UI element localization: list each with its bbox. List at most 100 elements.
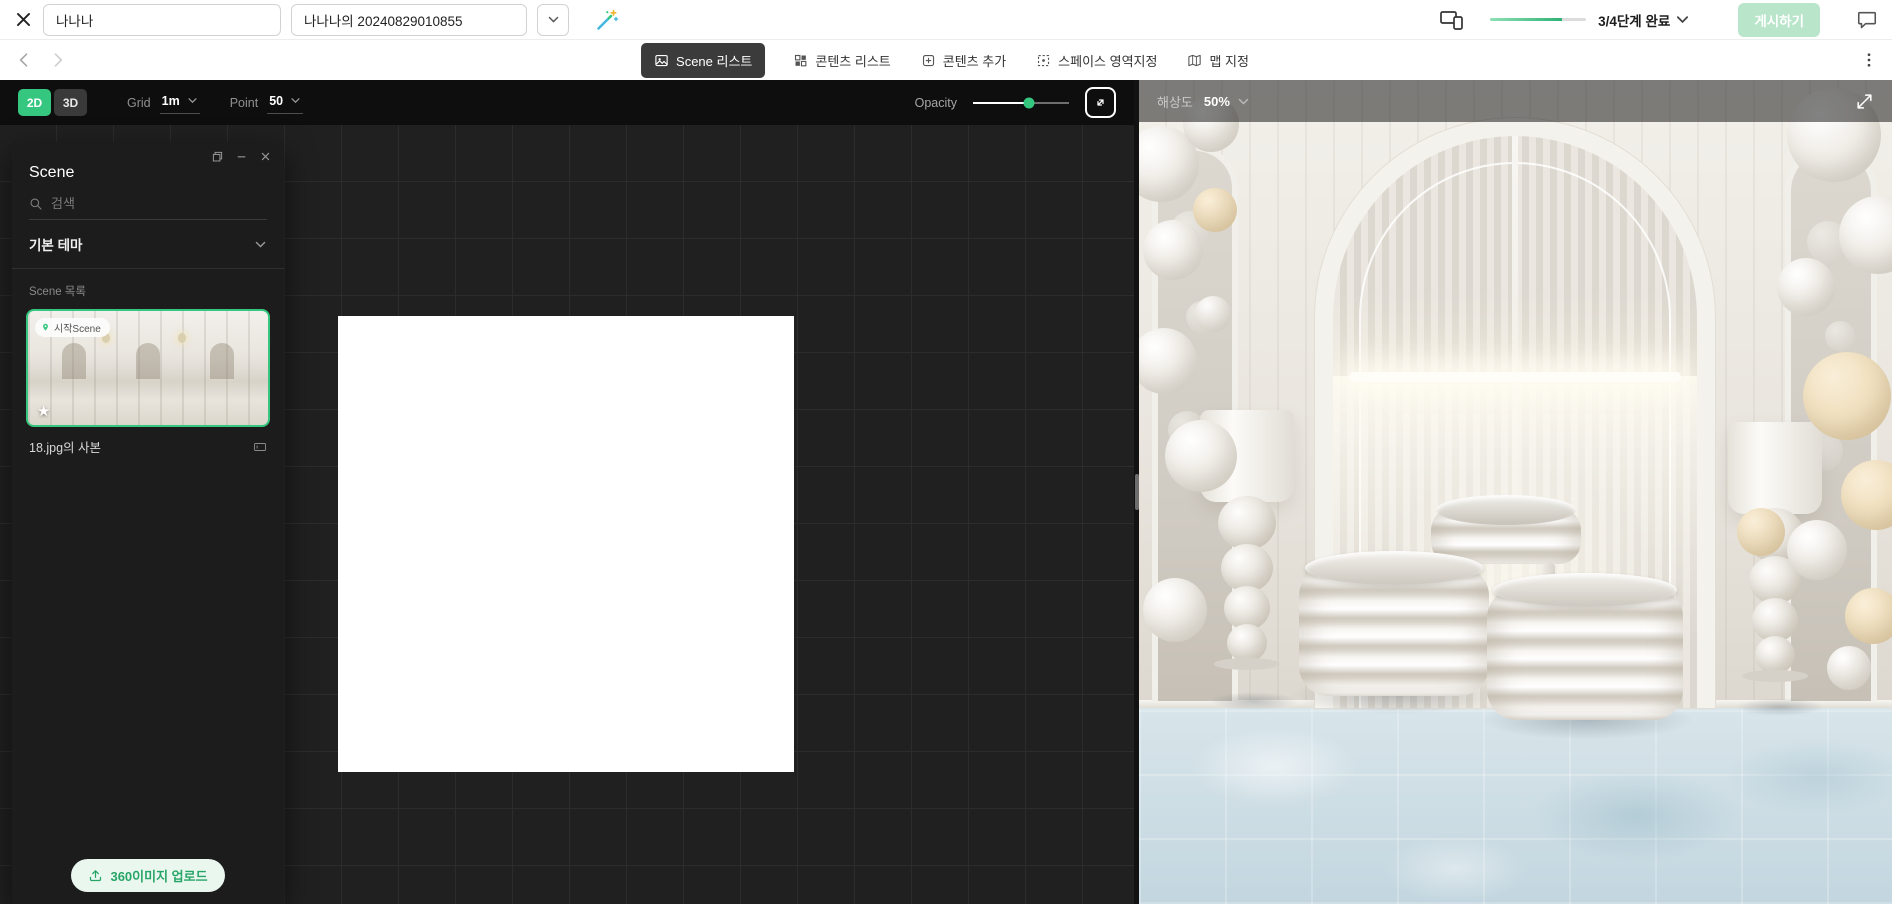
preview-toolbar: 해상도 50% — [1139, 80, 1892, 122]
progress-dropdown[interactable] — [1675, 12, 1690, 27]
grid-size-dropdown[interactable]: 1m — [160, 92, 200, 114]
magic-wand-button[interactable] — [595, 8, 619, 32]
map-icon — [1187, 53, 1202, 68]
room-pouf-right — [1487, 588, 1683, 720]
table-top-surface — [1436, 495, 1576, 525]
upload-360-image-button[interactable]: 360이미지 업로드 — [71, 859, 224, 892]
panel-minimize-button[interactable] — [236, 151, 247, 162]
undo-back-button[interactable] — [14, 50, 34, 70]
upload-360-label: 360이미지 업로드 — [110, 866, 207, 885]
balloon — [1195, 296, 1231, 332]
balloon — [1193, 188, 1237, 232]
lamp-ball — [1755, 636, 1795, 674]
balloon — [1803, 352, 1891, 440]
space-dropdown-button[interactable] — [537, 4, 569, 36]
point-size-value: 50 — [269, 94, 283, 108]
device-preview-icon[interactable] — [1439, 8, 1464, 32]
grid-size-value: 1m — [162, 94, 180, 108]
theme-dropdown[interactable]: 기본 테마 — [12, 220, 284, 269]
rename-scene-button[interactable] — [253, 440, 267, 454]
lamp-shadow — [1209, 692, 1299, 710]
publish-progress-bar — [1490, 18, 1586, 21]
canvas-toolbar: 2D 3D Grid 1m Point 50 Opacity — [0, 80, 1134, 125]
resolution-dropdown[interactable] — [1237, 95, 1250, 108]
mode-2d-button[interactable]: 2D — [18, 89, 51, 116]
close-icon — [260, 151, 271, 162]
area-select-icon — [1036, 53, 1051, 68]
add-content-icon — [921, 53, 936, 68]
scene-name: 18.jpg의 사본 — [29, 437, 101, 456]
magic-wand-icon — [595, 8, 619, 32]
close-editor-button[interactable] — [14, 10, 33, 29]
mirror-reflection — [1825, 321, 1855, 351]
lamp-shade — [1728, 422, 1822, 514]
balloon — [1827, 646, 1871, 690]
preview-fullscreen-button[interactable] — [1855, 92, 1874, 111]
chevron-down-icon — [1675, 12, 1690, 27]
publish-button[interactable]: 게시하기 — [1738, 3, 1820, 37]
panel-popout-button[interactable] — [212, 151, 223, 162]
opacity-label: Opacity — [915, 96, 957, 110]
tab-label: 맵 지정 — [1209, 51, 1249, 70]
scene-search — [29, 196, 267, 220]
minimize-icon — [236, 151, 247, 162]
balloon — [1845, 588, 1892, 644]
favorite-star-icon[interactable]: ★ — [37, 402, 50, 420]
mode-3d-button[interactable]: 3D — [54, 89, 87, 116]
panel-close-button[interactable] — [260, 151, 271, 162]
lamp-base — [1742, 670, 1808, 682]
image-icon — [654, 53, 669, 68]
tab-label: Scene 리스트 — [676, 51, 752, 70]
arrow-left-icon — [14, 50, 34, 70]
arch-light-bar — [1349, 372, 1681, 382]
pin-icon — [41, 323, 50, 332]
room-floor — [1139, 708, 1892, 904]
floorplan-area[interactable] — [338, 316, 794, 772]
balloon — [1165, 420, 1237, 492]
help-chat-button[interactable] — [1856, 9, 1878, 31]
grid-label: Grid — [127, 96, 151, 110]
pano-arch-shape — [136, 343, 160, 379]
chevron-down-icon — [547, 13, 560, 26]
space-name-input[interactable] — [291, 4, 527, 36]
expand-diagonal-icon — [1093, 95, 1108, 110]
progress-step-label: 3/4단계 완료 — [1598, 10, 1670, 30]
scene-panel-titlebar — [12, 142, 284, 162]
tab-scene-list[interactable]: Scene 리스트 — [641, 43, 765, 78]
tab-content-list[interactable]: 콘텐츠 리스트 — [791, 43, 892, 78]
top-bar: 3/4단계 완료 게시하기 — [0, 0, 1892, 40]
chevron-down-icon — [290, 95, 301, 106]
rename-icon — [253, 440, 267, 454]
opacity-slider-track — [973, 102, 1069, 104]
lamp-shadow — [1735, 698, 1825, 716]
editor-tabs: Scene 리스트 콘텐츠 리스트 콘텐츠 추가 스페이스 영역지정 맵 지정 — [641, 40, 1251, 80]
top-bar-right-group: 3/4단계 완료 게시하기 — [1439, 3, 1878, 37]
pano-chandelier — [178, 333, 186, 343]
redo-forward-button[interactable] — [48, 50, 68, 70]
tab-space-area[interactable]: 스페이스 영역지정 — [1034, 43, 1159, 78]
preview-360-pane[interactable]: 해상도 50% — [1139, 80, 1892, 904]
mode-toolbar: Scene 리스트 콘텐츠 리스트 콘텐츠 추가 스페이스 영역지정 맵 지정 — [0, 40, 1892, 80]
splitter-handle[interactable] — [1135, 474, 1139, 510]
scene-thumbnail-selected[interactable]: 시작Scene ★ — [26, 309, 270, 427]
scene-list-label: Scene 목록 — [12, 269, 284, 309]
balloon — [1787, 520, 1847, 580]
pano-arch-shape — [210, 343, 234, 379]
canvas-fullscreen-button[interactable] — [1085, 87, 1116, 118]
pouf-top-surface — [1305, 551, 1483, 585]
start-scene-badge-label: 시작Scene — [54, 320, 101, 335]
window-restore-icon — [212, 151, 223, 162]
tab-content-add[interactable]: 콘텐츠 추가 — [919, 43, 1008, 78]
tab-map-assign[interactable]: 맵 지정 — [1185, 43, 1251, 78]
lamp-ball — [1218, 496, 1276, 550]
point-size-dropdown[interactable]: 50 — [267, 92, 303, 114]
opacity-slider-knob[interactable] — [1023, 97, 1034, 108]
close-icon — [14, 10, 33, 29]
scene-search-input[interactable] — [51, 196, 267, 211]
upload-icon — [88, 868, 103, 883]
project-name-input[interactable] — [43, 4, 281, 36]
more-menu-button[interactable] — [1860, 51, 1878, 69]
scene-panel: Scene 기본 테마 Scene 목록 시작Scene — [12, 142, 284, 904]
opacity-slider[interactable] — [973, 97, 1069, 109]
scene-panel-title: Scene — [12, 162, 284, 192]
